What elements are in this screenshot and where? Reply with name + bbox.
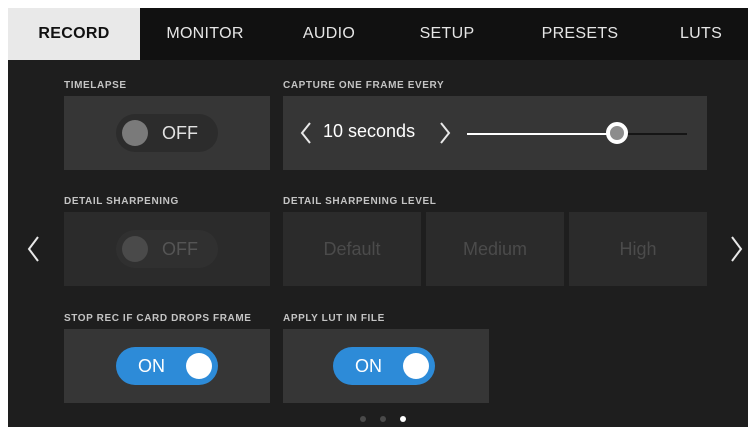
capture-interval-label: CAPTURE ONE FRAME EVERY: [283, 80, 445, 91]
timelapse-cell: OFF: [64, 96, 270, 170]
timelapse-toggle[interactable]: OFF: [116, 114, 218, 152]
detail-sharpening-label: DETAIL SHARPENING: [64, 196, 179, 207]
previous-page-button[interactable]: [24, 234, 44, 264]
timelapse-label: TIMELAPSE: [64, 80, 127, 91]
page-dot[interactable]: [360, 416, 366, 422]
detail-sharpening-toggle[interactable]: OFF: [116, 230, 218, 268]
tab-setup[interactable]: SETUP: [388, 8, 506, 60]
toggle-state: ON: [138, 356, 165, 376]
slider-fill: [467, 133, 617, 135]
stop-rec-toggle[interactable]: ON: [116, 347, 218, 385]
toggle-knob: [186, 353, 212, 379]
interval-slider[interactable]: [467, 122, 687, 144]
slider-thumb[interactable]: [606, 122, 628, 144]
chevron-right-icon: [731, 236, 743, 262]
increment-interval-button[interactable]: [436, 120, 454, 146]
page-dot[interactable]: [380, 416, 386, 422]
tab-luts[interactable]: LUTS: [654, 8, 748, 60]
apply-lut-cell: ON: [283, 329, 489, 403]
page-dot[interactable]: [400, 416, 406, 422]
toggle-state: OFF: [162, 123, 198, 143]
tab-audio[interactable]: AUDIO: [270, 8, 388, 60]
tab-presets[interactable]: PRESETS: [506, 8, 654, 60]
chevron-left-icon: [300, 122, 311, 144]
sharpening-option-medium[interactable]: Medium: [426, 212, 564, 286]
sharpening-option-default[interactable]: Default: [283, 212, 421, 286]
tab-bar: RECORD MONITOR AUDIO SETUP PRESETS LUTS: [8, 8, 748, 60]
toggle-knob: [122, 120, 148, 146]
toggle-state: ON: [355, 356, 382, 376]
sharpening-option-high[interactable]: High: [569, 212, 707, 286]
record-settings-panel: RECORD MONITOR AUDIO SETUP PRESETS LUTS …: [8, 8, 748, 427]
toggle-knob: [403, 353, 429, 379]
stop-rec-cell: ON: [64, 329, 270, 403]
apply-lut-label: APPLY LUT IN FILE: [283, 313, 385, 324]
stop-rec-label: STOP REC IF CARD DROPS FRAME: [64, 313, 252, 324]
toggle-knob: [122, 236, 148, 262]
capture-interval-cell: 10 seconds: [283, 96, 707, 170]
page-indicator: [360, 416, 420, 424]
decrement-interval-button[interactable]: [297, 120, 315, 146]
next-page-button[interactable]: [726, 234, 746, 264]
detail-sharpening-cell: OFF: [64, 212, 270, 286]
tab-record[interactable]: RECORD: [8, 8, 140, 60]
chevron-left-icon: [27, 236, 39, 262]
sharpening-level-label: DETAIL SHARPENING LEVEL: [283, 196, 437, 207]
apply-lut-toggle[interactable]: ON: [333, 347, 435, 385]
chevron-right-icon: [440, 122, 451, 144]
toggle-state: OFF: [162, 239, 198, 259]
tab-monitor[interactable]: MONITOR: [140, 8, 270, 60]
capture-interval-value: 10 seconds: [323, 121, 416, 141]
